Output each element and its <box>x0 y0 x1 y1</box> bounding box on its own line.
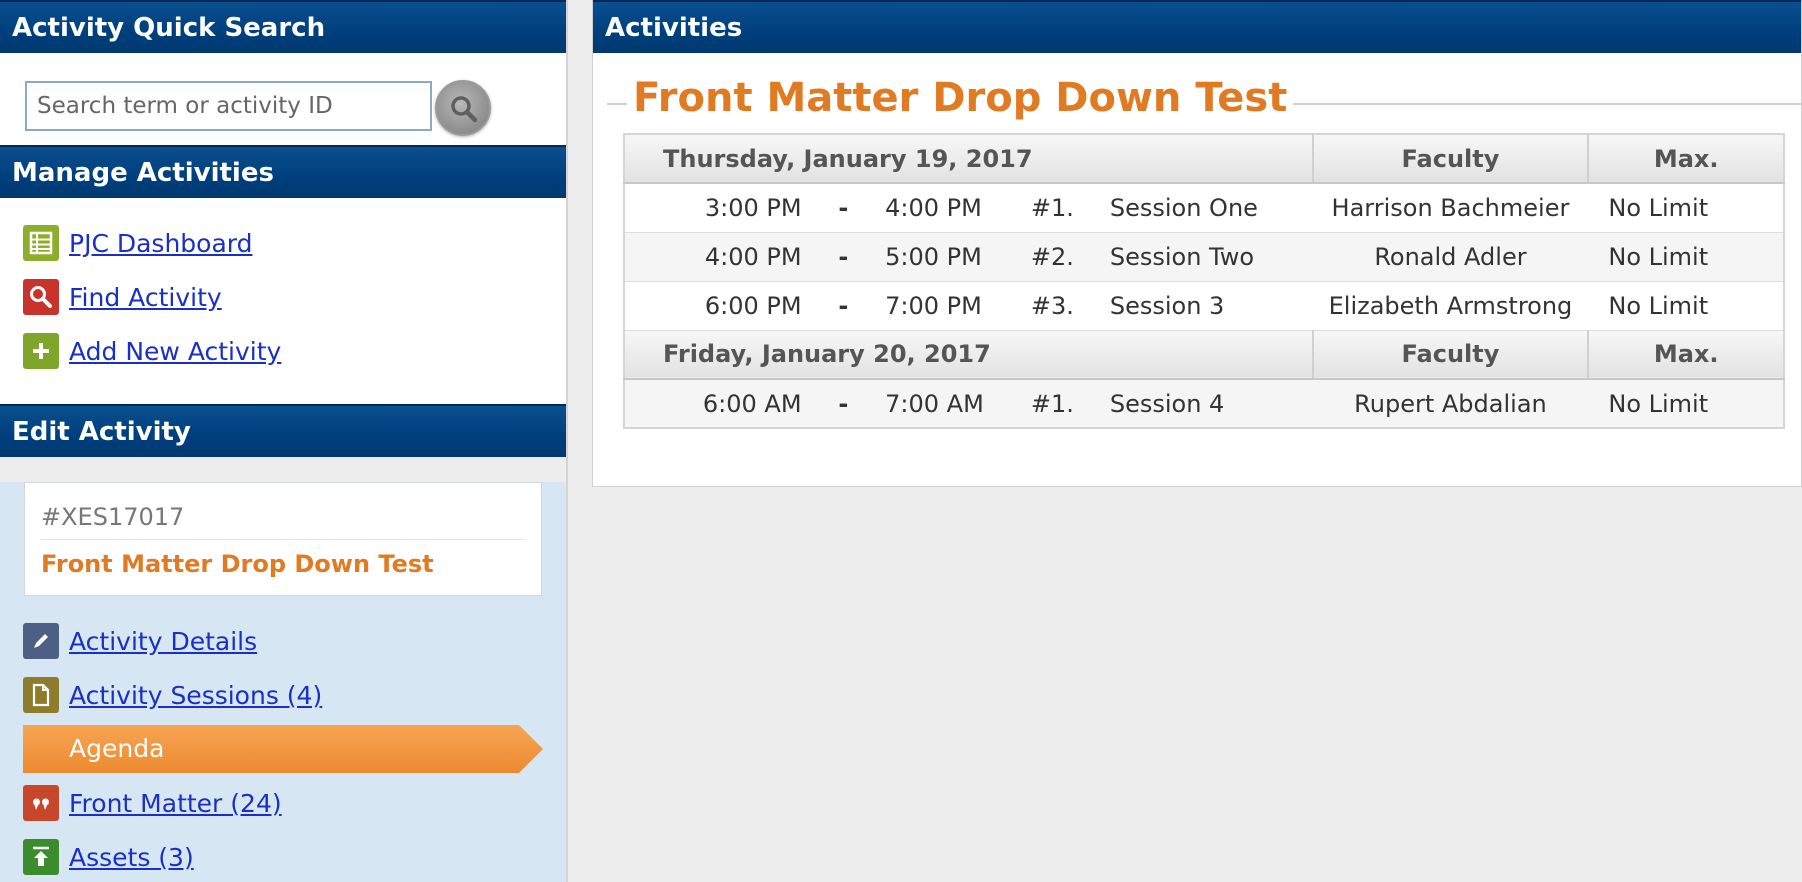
session-end: 5:00 PM <box>885 232 986 282</box>
session-name: Session 4 <box>1109 379 1313 429</box>
activity-details-item[interactable]: Activity Details <box>0 614 566 668</box>
day-date: Friday, January 20, 2017 <box>624 330 1313 380</box>
session-faculty: Ronald Adler <box>1312 232 1589 282</box>
manage-activities-header: Manage Activities <box>0 145 566 198</box>
session-number: #3. <box>985 281 1110 331</box>
front-matter-item[interactable]: Front Matter (24) <box>0 776 566 830</box>
find-activity-item[interactable]: Find Activity <box>0 270 566 324</box>
session-max: No Limit <box>1588 183 1784 233</box>
add-new-activity-link[interactable]: Add New Activity <box>69 337 281 366</box>
front-matter-link[interactable]: Front Matter (24) <box>69 789 282 818</box>
plus-icon <box>23 333 59 369</box>
session-faculty: Harrison Bachmeier <box>1312 183 1589 233</box>
session-faculty: Elizabeth Armstrong <box>1312 281 1589 331</box>
session-end: 7:00 AM <box>885 379 986 429</box>
manage-activities-list: PJC Dashboard Find Activity Add New Acti… <box>0 198 566 404</box>
day-header-row: Friday, January 20, 2017 Faculty Max. <box>624 330 1784 380</box>
pencil-icon <box>23 623 59 659</box>
session-row: 6:00 PM - 7:00 PM #3. Session 3 Elizabet… <box>624 281 1784 331</box>
session-faculty: Rupert Abdalian <box>1312 379 1589 429</box>
document-icon <box>23 677 59 713</box>
session-start: 3:00 PM <box>624 183 802 233</box>
time-separator: - <box>801 281 886 331</box>
main-panel: Activities Front Matter Drop Down Test T… <box>592 0 1802 487</box>
quick-search-panel <box>0 53 566 145</box>
session-max: No Limit <box>1588 379 1784 429</box>
activity-sessions-link[interactable]: Activity Sessions (4) <box>69 681 322 710</box>
add-new-activity-item[interactable]: Add New Activity <box>0 324 566 378</box>
activity-card: #XES17017 Front Matter Drop Down Test <box>24 482 542 596</box>
session-row: 3:00 PM - 4:00 PM #1. Session One Harris… <box>624 183 1784 233</box>
sidebar: Activity Quick Search Manage Activities … <box>0 0 568 882</box>
session-number: #2. <box>985 232 1110 282</box>
search-button[interactable] <box>435 80 491 136</box>
session-name: Session Two <box>1109 232 1313 282</box>
agenda-item-active[interactable]: Agenda <box>23 725 543 773</box>
session-number: #1. <box>985 183 1110 233</box>
faculty-column-header: Faculty <box>1311 134 1589 184</box>
time-separator: - <box>801 183 886 233</box>
assets-link[interactable]: Assets (3) <box>69 843 194 872</box>
magnifier-icon <box>23 279 59 315</box>
activity-details-link[interactable]: Activity Details <box>69 627 257 656</box>
session-row: 4:00 PM - 5:00 PM #2. Session Two Ronald… <box>624 232 1784 282</box>
page-title: Front Matter Drop Down Test <box>627 75 1294 121</box>
table-icon <box>23 225 59 261</box>
quick-search-header: Activity Quick Search <box>0 0 566 53</box>
time-separator: - <box>801 379 886 429</box>
session-row: 6:00 AM - 7:00 AM #1. Session 4 Rupert A… <box>624 379 1784 429</box>
day-date: Thursday, January 19, 2017 <box>624 134 1313 184</box>
session-end: 4:00 PM <box>885 183 986 233</box>
upload-icon <box>23 839 59 875</box>
activity-name: Front Matter Drop Down Test <box>41 550 434 578</box>
session-number: #1. <box>985 379 1110 429</box>
edit-activity-panel: #XES17017 Front Matter Drop Down Test Ac… <box>0 482 566 882</box>
activities-header: Activities <box>593 0 1801 53</box>
agenda-table: Thursday, January 19, 2017 Faculty Max. … <box>623 133 1785 429</box>
session-max: No Limit <box>1588 281 1784 331</box>
time-separator: - <box>801 232 886 282</box>
find-activity-link[interactable]: Find Activity <box>69 283 222 312</box>
session-start: 6:00 PM <box>624 281 802 331</box>
faculty-column-header: Faculty <box>1311 330 1589 380</box>
activity-sessions-item[interactable]: Activity Sessions (4) <box>0 668 566 722</box>
session-name: Session One <box>1109 183 1313 233</box>
max-column-header: Max. <box>1587 134 1784 184</box>
session-start: 4:00 PM <box>624 232 802 282</box>
session-max: No Limit <box>1588 232 1784 282</box>
session-name: Session 3 <box>1109 281 1313 331</box>
edit-activity-header: Edit Activity <box>0 404 566 457</box>
day-header-row: Thursday, January 19, 2017 Faculty Max. <box>624 134 1784 184</box>
pjc-dashboard-item[interactable]: PJC Dashboard <box>0 216 566 270</box>
search-input[interactable] <box>25 81 432 131</box>
activity-id: #XES17017 <box>41 483 525 540</box>
pjc-dashboard-link[interactable]: PJC Dashboard <box>69 229 252 258</box>
title-row: Front Matter Drop Down Test <box>593 53 1801 133</box>
assets-item[interactable]: Assets (3) <box>0 830 566 882</box>
max-column-header: Max. <box>1587 330 1784 380</box>
quote-icon <box>23 785 59 821</box>
search-icon <box>451 96 478 123</box>
edit-activity-list: Activity Details Activity Sessions (4) A… <box>0 596 566 882</box>
session-start: 6:00 AM <box>624 379 802 429</box>
session-end: 7:00 PM <box>885 281 986 331</box>
